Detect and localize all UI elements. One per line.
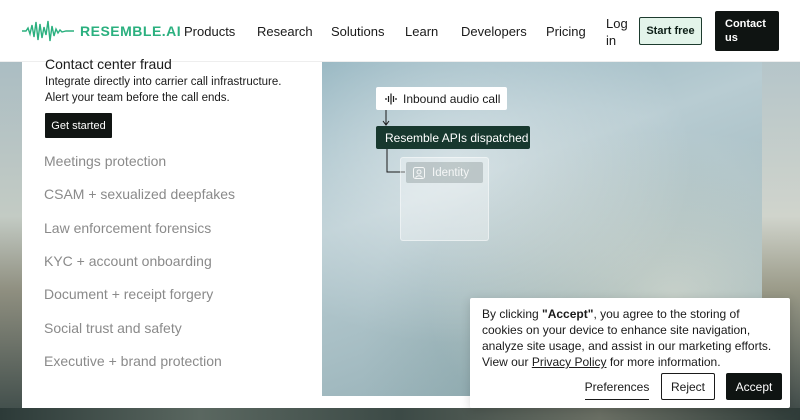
use-case-kyc[interactable]: KYC + account onboarding <box>44 253 212 269</box>
identity-icon <box>413 166 425 179</box>
cookie-text-3: for more information. <box>606 355 721 369</box>
apis-dispatched-chip: Resemble APIs dispatched <box>376 126 530 149</box>
use-case-social-trust[interactable]: Social trust and safety <box>44 320 182 336</box>
nav-developers[interactable]: Developers <box>461 24 527 39</box>
preferences-button[interactable]: Preferences <box>585 374 649 400</box>
section-title: Contact center fraud <box>45 56 172 72</box>
nav-solutions[interactable]: Solutions <box>331 24 384 39</box>
audio-wave-icon <box>385 93 397 104</box>
use-case-meetings[interactable]: Meetings protection <box>44 153 166 169</box>
background-left-strip <box>0 50 22 420</box>
use-case-document-forgery[interactable]: Document + receipt forgery <box>44 286 213 302</box>
description-line-1: Integrate directly into carrier call inf… <box>45 76 282 88</box>
get-started-button[interactable]: Get started <box>45 113 112 138</box>
login-link[interactable]: Log in <box>606 15 630 49</box>
site-header: RESEMBLE.AI Products Research Solutions … <box>0 0 800 62</box>
accept-button[interactable]: Accept <box>726 373 782 400</box>
start-free-button[interactable]: Start free <box>639 17 702 45</box>
use-case-csam[interactable]: CSAM + sexualized deepfakes <box>44 186 235 202</box>
cookie-message: By clicking "Accept", you agree to the s… <box>482 306 782 370</box>
nav-pricing[interactable]: Pricing <box>546 24 586 39</box>
apis-dispatched-label: Resemble APIs dispatched <box>385 130 529 145</box>
cookie-accept-quote: "Accept" <box>542 307 594 321</box>
section-description: Integrate directly into carrier call inf… <box>45 74 305 106</box>
contact-us-button[interactable]: Contact us <box>715 11 779 51</box>
identity-label: Identity <box>432 166 470 179</box>
reject-button[interactable]: Reject <box>661 373 715 400</box>
waveform-logo-icon <box>22 20 74 42</box>
inbound-call-label: Inbound audio call <box>403 91 501 106</box>
use-case-executive-brand[interactable]: Executive + brand protection <box>44 353 222 369</box>
privacy-policy-link[interactable]: Privacy Policy <box>532 355 607 369</box>
description-line-2: Alert your team before the call ends. <box>45 92 230 104</box>
nav-products[interactable]: Products <box>184 24 235 39</box>
identity-chip: Identity <box>406 162 483 183</box>
inbound-call-chip: Inbound audio call <box>376 87 507 110</box>
use-case-law-enforcement[interactable]: Law enforcement forensics <box>44 220 211 236</box>
nav-learn[interactable]: Learn <box>405 24 438 39</box>
nav-research[interactable]: Research <box>257 24 313 39</box>
cookie-banner: By clicking "Accept", you agree to the s… <box>470 298 790 408</box>
background-bottom-strip <box>0 408 800 420</box>
logo[interactable]: RESEMBLE.AI <box>22 19 181 43</box>
cookie-text-1: By clicking <box>482 307 543 321</box>
logo-text: RESEMBLE.AI <box>80 23 182 39</box>
